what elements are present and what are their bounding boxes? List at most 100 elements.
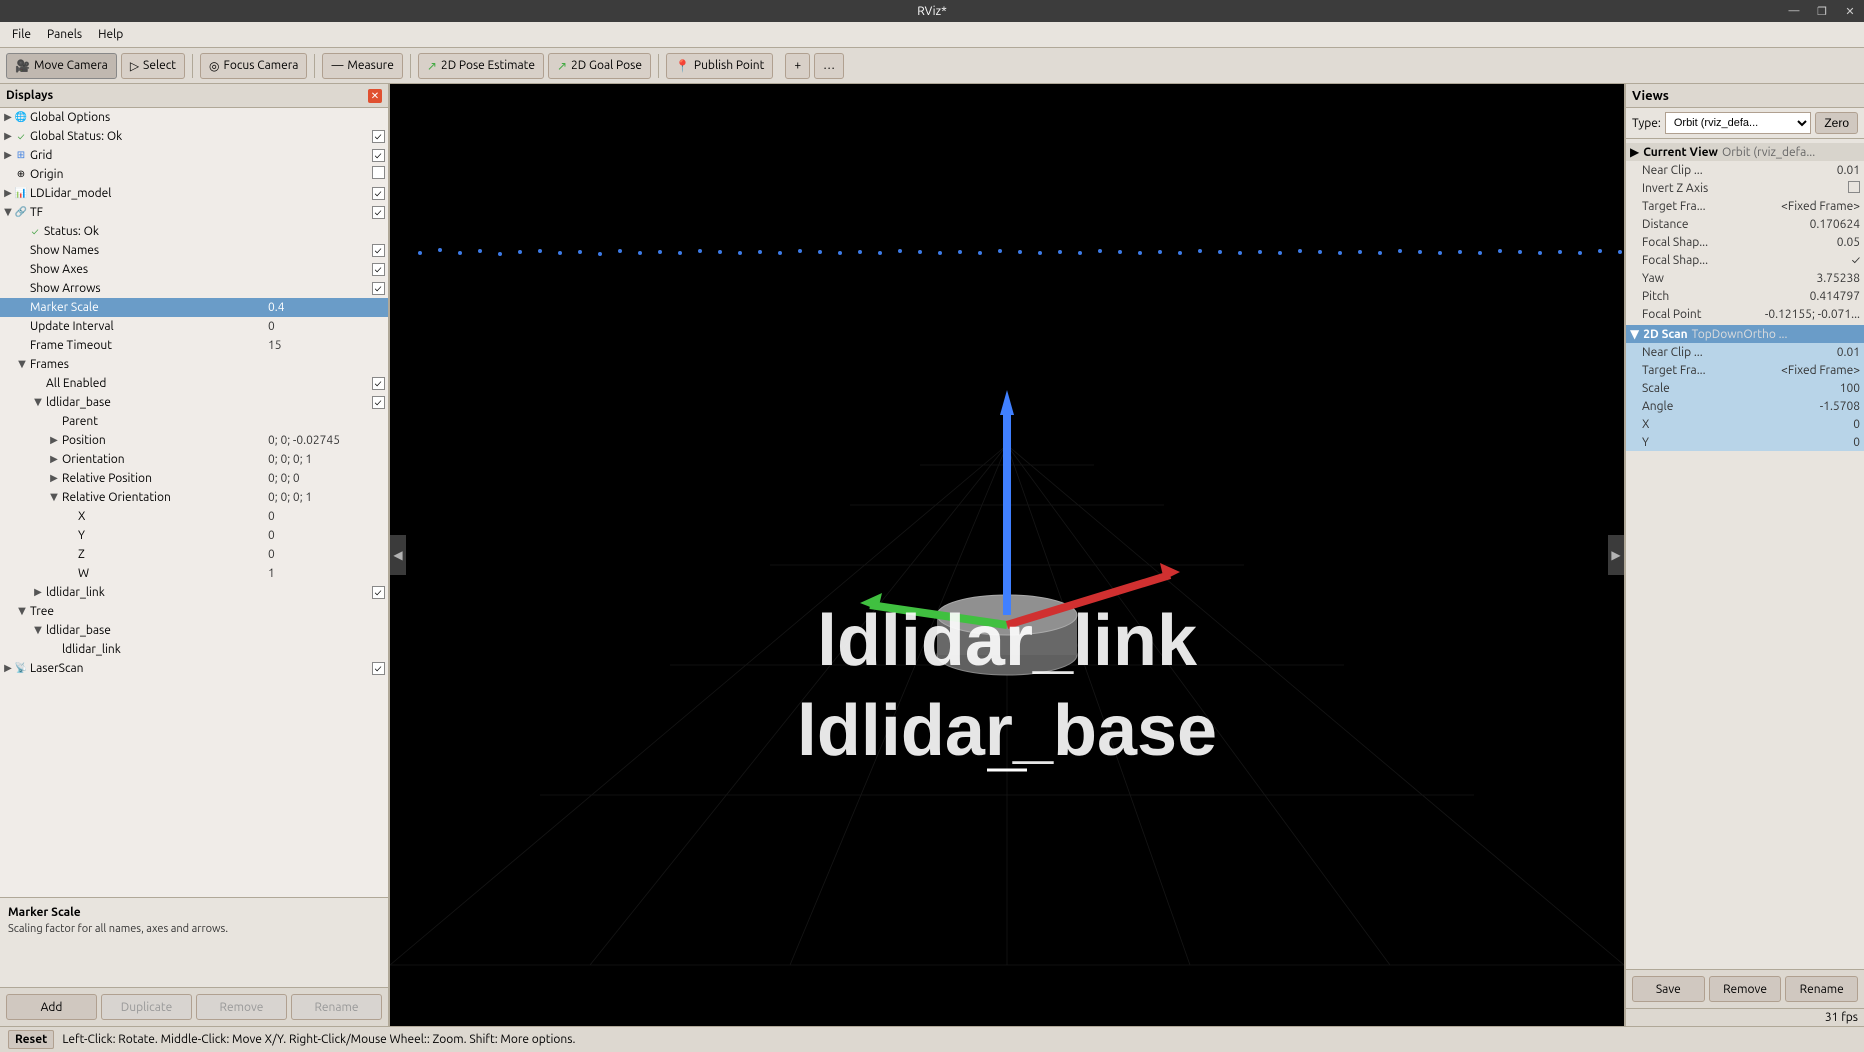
current-view-header[interactable]: ▶ Current View Orbit (rviz_defa... <box>1626 143 1864 161</box>
x-label: X <box>76 510 268 523</box>
remove-button[interactable]: Remove <box>196 994 287 1020</box>
ldlidar-base-checkbox[interactable] <box>372 396 385 409</box>
tree-item-parent[interactable]: Parent <box>0 412 388 431</box>
ldlidar-link-frame-label: ldlidar_link <box>44 586 368 599</box>
tree-item-w[interactable]: W 1 <box>0 564 388 583</box>
2d-near-clip-label: Near Clip ... <box>1642 346 1837 359</box>
tree-item-z[interactable]: Z 0 <box>0 545 388 564</box>
views-remove-button[interactable]: Remove <box>1709 976 1782 1002</box>
tree-item-frames[interactable]: ▼ Frames <box>0 355 388 374</box>
orientation-value: 0; 0; 0; 1 <box>268 453 388 466</box>
show-axes-checkbox[interactable] <box>372 263 385 276</box>
tree-item-marker-scale[interactable]: Marker Scale 0.4 <box>0 298 388 317</box>
tree-item-relative-orientation[interactable]: ▼ Relative Orientation 0; 0; 0; 1 <box>0 488 388 507</box>
views-panel: Views Type: Orbit (rviz_defa... TopDownO… <box>1624 84 1864 1026</box>
view-prop-target-frame: Target Fra... <Fixed Frame> <box>1626 197 1864 215</box>
publish-point-button[interactable]: 📍 Publish Point <box>666 53 773 79</box>
views-type-select[interactable]: Orbit (rviz_defa... TopDownOrtho... <box>1665 112 1811 134</box>
duplicate-button[interactable]: Duplicate <box>101 994 192 1020</box>
global-status-checkbox[interactable] <box>372 130 385 143</box>
viewport-collapse-left[interactable]: ◀ <box>390 535 406 575</box>
tree-item-ldlidar-link-frame[interactable]: ▶ ldlidar_link <box>0 583 388 602</box>
show-arrows-checkbox[interactable] <box>372 282 385 295</box>
tree-item-ldlidar[interactable]: ▶ 📊 LDLidar_model <box>0 184 388 203</box>
select-button[interactable]: ▷ Select <box>121 53 185 79</box>
views-header: Views <box>1626 84 1864 108</box>
z-value: 0 <box>268 548 388 561</box>
tree-item-update-interval[interactable]: Update Interval 0 <box>0 317 388 336</box>
tree-item-tf-status[interactable]: ✓ Status: Ok <box>0 222 388 241</box>
tf-checkbox[interactable] <box>372 206 385 219</box>
view-prop-focal-shape1: Focal Shap... 0.05 <box>1626 233 1864 251</box>
2d-scan-header[interactable]: ▼ 2D Scan TopDownOrtho ... <box>1626 325 1864 343</box>
tree-item-y[interactable]: Y 0 <box>0 526 388 545</box>
displays-close-button[interactable]: ✕ <box>368 89 382 103</box>
maximize-button[interactable]: ❐ <box>1808 0 1836 22</box>
tree-item-all-enabled[interactable]: All Enabled <box>0 374 388 393</box>
tree-item-show-names[interactable]: Show Names <box>0 241 388 260</box>
tree-item-tree[interactable]: ▼ Tree <box>0 602 388 621</box>
minimize-button[interactable]: — <box>1780 0 1808 22</box>
3d-viewport[interactable]: ldlidar_link ldlidar_base ◀ ▶ <box>390 84 1624 1026</box>
tree-item-grid[interactable]: ▶ ⊞ Grid <box>0 146 388 165</box>
measure-icon: — <box>331 59 343 72</box>
close-button[interactable]: ✕ <box>1836 0 1864 22</box>
tf-status-label: Status: Ok <box>42 225 388 238</box>
tree-item-global-options[interactable]: ▶ 🌐 Global Options <box>0 108 388 127</box>
focus-camera-button[interactable]: ◎ Focus Camera <box>200 53 307 79</box>
menu-panels[interactable]: Panels <box>39 25 90 44</box>
tree-item-ldlidar-base[interactable]: ▼ ldlidar_base <box>0 393 388 412</box>
add-tool-button[interactable]: + <box>785 53 810 79</box>
tree-item-origin[interactable]: ⊕ Origin <box>0 165 388 184</box>
pose-estimate-button[interactable]: ↗ 2D Pose Estimate <box>418 53 544 79</box>
frames-label: Frames <box>28 358 388 371</box>
add-button[interactable]: Add <box>6 994 97 1020</box>
views-zero-button[interactable]: Zero <box>1815 112 1858 134</box>
more-options-button[interactable]: … <box>814 53 844 79</box>
displays-tree[interactable]: ▶ 🌐 Global Options ▶ ✓ Global Status: Ok… <box>0 108 388 897</box>
expand-icon-current-view: ▶ <box>1630 145 1639 159</box>
views-save-button[interactable]: Save <box>1632 976 1705 1002</box>
rename-button[interactable]: Rename <box>291 994 382 1020</box>
laser-scan-label: LaserScan <box>28 662 368 675</box>
measure-button[interactable]: — Measure <box>322 53 402 79</box>
all-enabled-checkbox[interactable] <box>372 377 385 390</box>
2d-scale-label: Scale <box>1642 382 1840 395</box>
goal-pose-button[interactable]: ↗ 2D Goal Pose <box>548 53 651 79</box>
laser-scan-checkbox[interactable] <box>372 662 385 675</box>
viewport-collapse-right[interactable]: ▶ <box>1608 535 1624 575</box>
expand-icon-2d-scan: ▼ <box>1630 327 1639 341</box>
tree-item-laser-scan[interactable]: ▶ 📡 LaserScan <box>0 659 388 678</box>
tree-item-x[interactable]: X 0 <box>0 507 388 526</box>
pitch-label: Pitch <box>1642 290 1810 303</box>
tree-item-frame-timeout[interactable]: Frame Timeout 15 <box>0 336 388 355</box>
toolbar-separator-1 <box>192 54 193 78</box>
ldlidar-checkbox[interactable] <box>372 187 385 200</box>
target-frame-label: Target Fra... <box>1642 200 1781 213</box>
tree-item-show-axes[interactable]: Show Axes <box>0 260 388 279</box>
move-camera-button[interactable]: 🎥 Move Camera <box>6 53 117 79</box>
show-names-checkbox[interactable] <box>372 244 385 257</box>
tree-item-relative-position[interactable]: ▶ Relative Position 0; 0; 0 <box>0 469 388 488</box>
svg-text:ldlidar_link: ldlidar_link <box>817 601 1198 681</box>
ldlidar-link-frame-checkbox[interactable] <box>372 586 385 599</box>
tree-item-tree-ldlidar-base[interactable]: ▼ ldlidar_base <box>0 621 388 640</box>
tree-item-position[interactable]: ▶ Position 0; 0; -0.02745 <box>0 431 388 450</box>
tree-item-tree-ldlidar-link[interactable]: ldlidar_link <box>0 640 388 659</box>
views-type-label: Type: <box>1632 117 1661 130</box>
tree-item-orientation[interactable]: ▶ Orientation 0; 0; 0; 1 <box>0 450 388 469</box>
measure-label: Measure <box>347 59 393 72</box>
grid-checkbox[interactable] <box>372 149 385 162</box>
reset-button[interactable]: Reset <box>8 1030 54 1049</box>
origin-checkbox[interactable] <box>372 166 385 179</box>
goal-pose-label: 2D Goal Pose <box>571 59 642 72</box>
menu-help[interactable]: Help <box>90 25 131 44</box>
menu-file[interactable]: File <box>4 25 39 44</box>
tree-item-show-arrows[interactable]: Show Arrows <box>0 279 388 298</box>
tree-item-tf[interactable]: ▼ 🔗 TF <box>0 203 388 222</box>
view-prop-focal-point: Focal Point -0.12155; -0.071... <box>1626 305 1864 323</box>
views-rename-button[interactable]: Rename <box>1785 976 1858 1002</box>
focal-point-label: Focal Point <box>1642 308 1765 321</box>
tree-item-global-status[interactable]: ▶ ✓ Global Status: Ok <box>0 127 388 146</box>
view-prop-yaw: Yaw 3.75238 <box>1626 269 1864 287</box>
